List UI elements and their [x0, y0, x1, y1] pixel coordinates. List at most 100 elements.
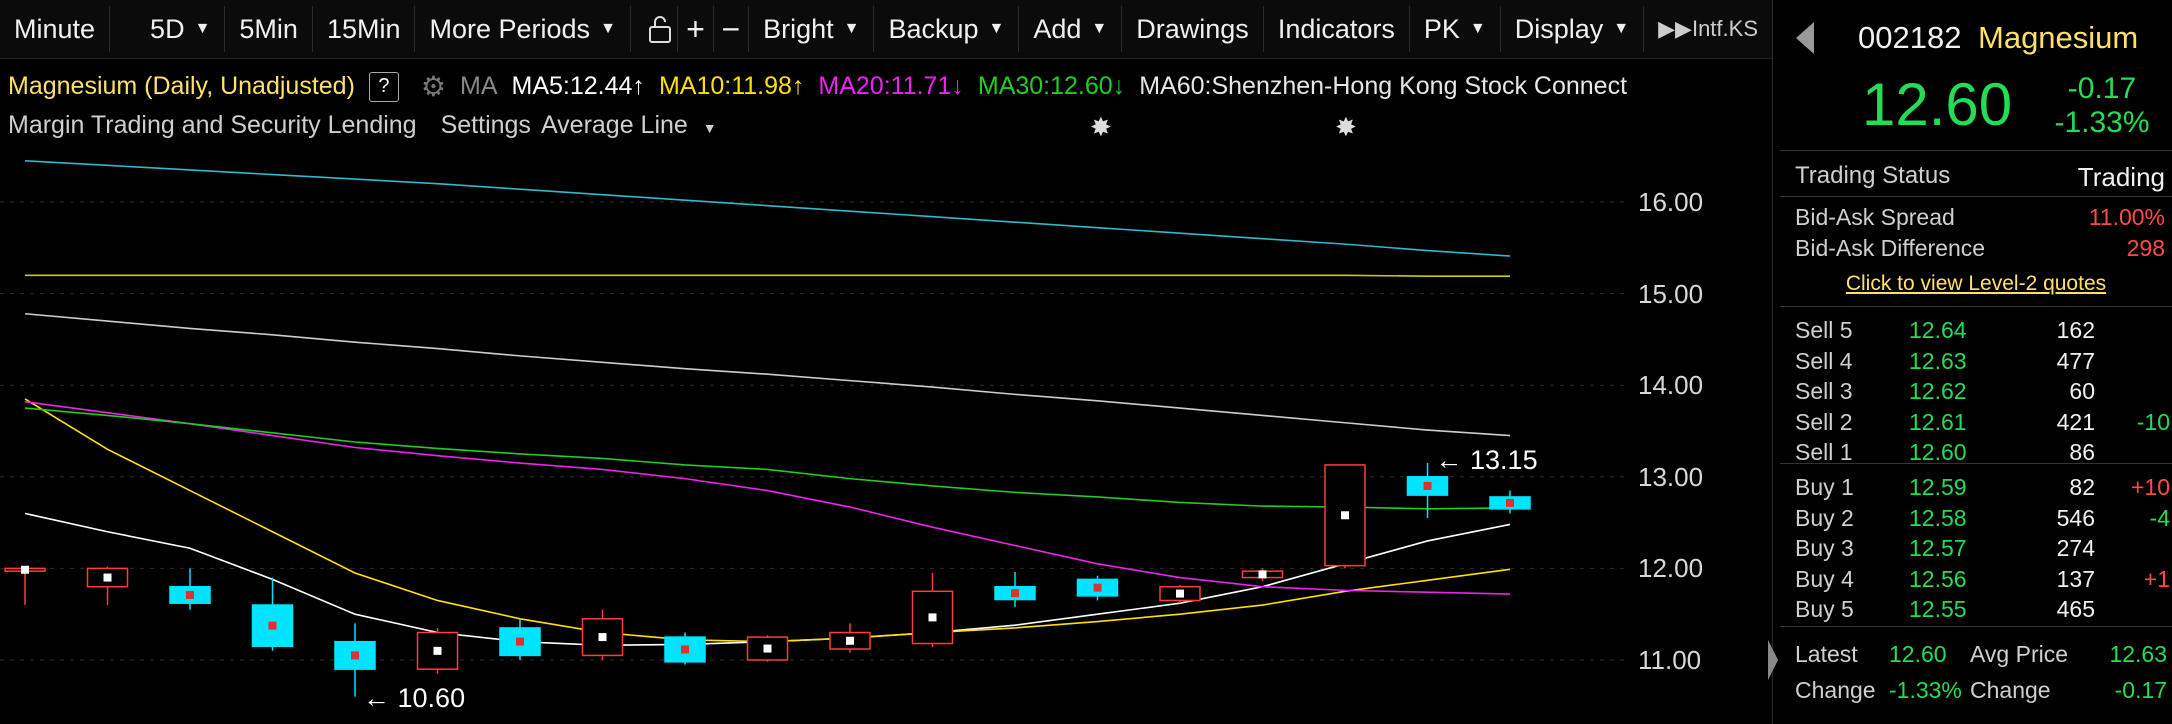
buy-level-row[interactable]: Buy 4 12.56 137 +1	[1795, 566, 2170, 596]
candle[interactable]	[664, 632, 706, 665]
period-5min-button[interactable]: 5Min	[225, 6, 313, 52]
average-line-dropdown[interactable]: Average Line ▼	[541, 111, 717, 140]
candle[interactable]	[1241, 568, 1284, 582]
indicators-button[interactable]: Indicators	[1264, 6, 1410, 52]
sell-level-row[interactable]: Sell 3 12.62 60	[1795, 378, 2170, 408]
expand-panel-icon[interactable]	[1768, 640, 1778, 680]
margin-trading-label[interactable]: Margin Trading and Security Lending	[8, 111, 417, 140]
pk-label: PK	[1423, 13, 1460, 44]
candle[interactable]	[416, 627, 459, 674]
sell-level-row[interactable]: Sell 4 12.63 477	[1795, 348, 2170, 378]
buy-level-label: Buy 1	[1795, 474, 1854, 500]
buy-level-row[interactable]: Buy 1 12.59 82 +10	[1795, 474, 2170, 504]
avg-price-dot	[763, 644, 772, 653]
sell-level-price: 12.63	[1909, 347, 1967, 374]
chevron-down-icon: ▼	[988, 20, 1005, 37]
ma-line	[24, 159, 1511, 257]
buy-level-row[interactable]: Buy 2 12.58 546 -4	[1795, 505, 2170, 535]
candle[interactable]	[581, 609, 624, 660]
sell-level-row[interactable]: Sell 5 12.64 162	[1795, 317, 2170, 347]
drawings-button[interactable]: Drawings	[1122, 6, 1264, 52]
stock-name: Magnesium	[1978, 20, 2139, 55]
unlock-icon	[649, 16, 672, 43]
sell-level-price: 12.64	[1909, 317, 1967, 343]
sell-level-label: Sell 2	[1795, 408, 1853, 435]
bright-dropdown[interactable]: Bright ▼	[749, 6, 875, 52]
candle[interactable]	[86, 566, 129, 606]
latest-value: 12.60	[1889, 641, 1947, 667]
avg-price-dot	[598, 633, 607, 642]
back-arrow-icon[interactable]	[1796, 22, 1814, 54]
trading-status-value: Trading	[2077, 162, 2165, 192]
buy-level-volume: 137	[2056, 565, 2095, 592]
candle[interactable]	[1324, 464, 1366, 569]
period-15min-button[interactable]: 15Min	[313, 6, 416, 52]
sell-level-row[interactable]: Sell 2 12.61 421 -10	[1795, 409, 2170, 439]
avg-price-dot	[268, 621, 277, 630]
toolbar-overflow-button[interactable]: ▶▶Intf.KS	[1644, 6, 1772, 52]
period-minute-button[interactable]: Minute	[0, 6, 111, 52]
level2-quotes-link[interactable]: Click to view Level-2 quotes	[1780, 272, 2172, 296]
candle[interactable]	[1076, 575, 1119, 601]
five-min-label: 5Min	[239, 13, 298, 44]
ma-label: MA	[460, 72, 498, 100]
display-dropdown[interactable]: Display ▼	[1501, 6, 1645, 52]
avg-price-dot	[1011, 589, 1019, 598]
panel-divider[interactable]	[1772, 0, 1773, 724]
sell-level-row[interactable]: Sell 1 12.60 86	[1795, 439, 2170, 469]
pk-dropdown[interactable]: PK ▼	[1410, 6, 1501, 52]
avg-price-dot	[681, 645, 689, 654]
candle[interactable]	[746, 635, 789, 662]
candle[interactable]	[1489, 490, 1531, 514]
quote-header: 002182 Magnesium 12.60 -0.17 -1.33%	[1780, 0, 2172, 151]
ma5-line	[24, 512, 1511, 647]
unlock-button[interactable]	[643, 6, 679, 52]
trading-status-label: Trading Status	[1795, 162, 1951, 189]
more-periods-dropdown[interactable]: More Periods ▼	[415, 6, 631, 52]
help-button[interactable]: ?	[368, 71, 399, 102]
gear-icon[interactable]: ⚙	[421, 70, 446, 103]
candle[interactable]	[911, 572, 954, 648]
buy-level-row[interactable]: Buy 3 12.57 274	[1795, 535, 2170, 565]
settings-link[interactable]: Settings	[441, 111, 531, 140]
ma-line	[25, 274, 1510, 277]
buy-level-label: Buy 3	[1795, 535, 1854, 561]
chevron-down-icon: ▼	[194, 20, 211, 37]
candle[interactable]	[499, 618, 541, 660]
candlestick-chart[interactable]	[0, 140, 1772, 724]
bid-ask-difference-label: Bid-Ask Difference	[1795, 235, 1986, 261]
backup-dropdown[interactable]: Backup ▼	[874, 6, 1020, 52]
sell-level-label: Sell 3	[1795, 378, 1853, 404]
ma20-value: MA20:11.71↓	[818, 72, 964, 100]
high-price-value: 13.15	[1470, 445, 1538, 476]
y-tick-label: 12.00	[1638, 553, 1704, 584]
plus-icon: +	[686, 10, 705, 47]
buy-level-price: 12.56	[1909, 565, 1967, 592]
latest-label: Latest	[1795, 641, 1858, 667]
avg-price-dot	[186, 590, 194, 599]
sell-level-label: Sell 5	[1795, 317, 1853, 343]
buy-level-volume: 274	[2056, 535, 2095, 561]
event-marker-icon[interactable]: ✸	[1335, 112, 1357, 143]
divider	[1780, 626, 2172, 627]
candle[interactable]	[829, 623, 871, 653]
add-dropdown[interactable]: Add ▼	[1019, 6, 1123, 52]
avg-price-dot	[103, 573, 112, 582]
candle[interactable]	[251, 577, 294, 651]
zoom-in-button[interactable]: +	[678, 6, 714, 52]
buy-level-volume: 465	[2056, 596, 2095, 622]
candle[interactable]	[1159, 584, 1201, 604]
candle[interactable]	[169, 568, 211, 610]
sell-level-volume: 60	[2069, 378, 2095, 404]
low-price-annotation: ← 10.60	[363, 682, 466, 713]
add-label: Add	[1033, 13, 1082, 44]
zoom-out-button[interactable]: −	[714, 6, 750, 52]
candle[interactable]	[4, 565, 46, 606]
period-5d-dropdown[interactable]: 5D ▼	[110, 6, 226, 52]
buy-level-row[interactable]: Buy 5 12.55 465	[1795, 596, 2170, 626]
buy-level-price: 12.58	[1909, 504, 1967, 531]
event-marker-icon[interactable]: ✸	[1090, 112, 1112, 143]
candle[interactable]	[994, 572, 1036, 607]
sell-level-price: 12.60	[1909, 439, 1967, 465]
quote-panel: 002182 Magnesium 12.60 -0.17 -1.33% Trad…	[1780, 0, 2172, 724]
